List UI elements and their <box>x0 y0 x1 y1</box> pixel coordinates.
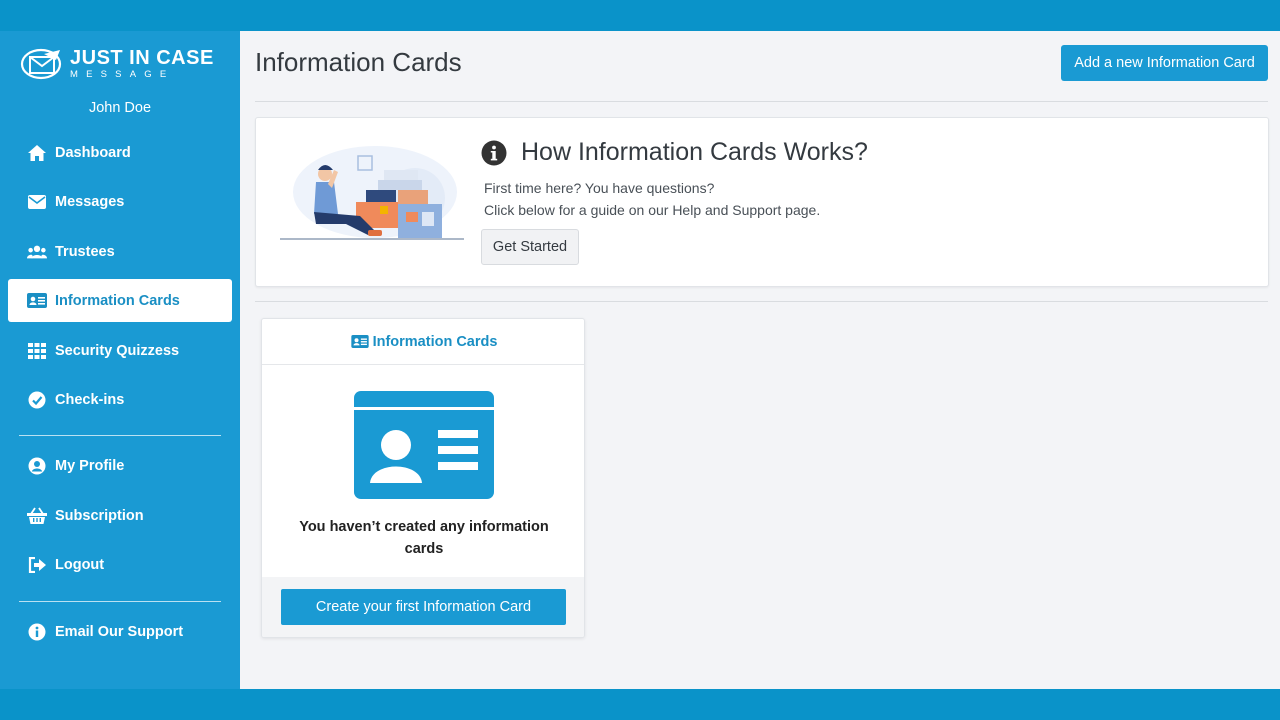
sidebar-item-label: Email Our Support <box>55 623 184 640</box>
bottom-frame-band <box>0 689 1280 720</box>
brand-logo[interactable]: JUST IN CASE MESSAGE <box>20 47 220 81</box>
panel-header: Information Cards <box>262 319 584 365</box>
sidebar-item-label: My Profile <box>55 457 125 474</box>
envelope-logo-icon <box>20 48 62 80</box>
sidebar-item-messages[interactable]: Messages <box>8 180 232 223</box>
main-content: Information Cards Add a new Information … <box>240 31 1280 689</box>
how-it-works-title: How Information Cards Works? <box>521 138 868 166</box>
info-circle-icon <box>27 622 47 642</box>
sidebar-item-dashboard[interactable]: Dashboard <box>8 131 232 174</box>
sidebar-item-label: Messages <box>55 193 125 210</box>
sidebar-item-logout[interactable]: Logout <box>8 543 232 586</box>
how-it-works-line-1: First time here? You have questions? <box>484 180 715 196</box>
page-title: Information Cards <box>255 47 462 77</box>
users-icon <box>27 242 47 262</box>
panel-header-label: Information Cards <box>372 333 498 350</box>
home-icon <box>27 143 47 163</box>
basket-icon <box>27 506 47 526</box>
sidebar: JUST IN CASE MESSAGE John Doe Dashboard … <box>0 31 240 689</box>
section-divider <box>255 301 1268 302</box>
sidebar-divider <box>19 435 221 436</box>
sidebar-item-my-profile[interactable]: My Profile <box>8 444 232 487</box>
user-name: John Doe <box>88 100 152 116</box>
sidebar-divider <box>19 601 221 602</box>
id-card-icon <box>350 335 369 348</box>
get-started-button[interactable]: Get Started <box>481 229 579 265</box>
sidebar-item-label: Information Cards <box>55 292 180 309</box>
sidebar-item-subscription[interactable]: Subscription <box>8 494 232 537</box>
brand-subtitle: MESSAGE <box>70 69 175 81</box>
grid-icon <box>27 341 47 361</box>
sign-out-icon <box>27 555 47 575</box>
empty-state-text: You haven’t created any information card… <box>299 519 549 557</box>
sidebar-item-trustees[interactable]: Trustees <box>8 230 232 273</box>
sidebar-item-information-cards[interactable]: Information Cards <box>8 279 232 322</box>
sidebar-item-label: Dashboard <box>55 144 131 161</box>
check-circle-icon <box>27 390 47 410</box>
sidebar-item-check-ins[interactable]: Check-ins <box>8 378 232 421</box>
add-information-card-button[interactable]: Add a new Information Card <box>1061 45 1268 81</box>
user-circle-icon <box>27 456 47 476</box>
sidebar-item-email-support[interactable]: Email Our Support <box>8 610 232 653</box>
sidebar-item-security-quizzess[interactable]: Security Quizzess <box>8 329 232 372</box>
information-cards-panel: Information Cards You haven’t created an… <box>261 318 585 638</box>
envelope-icon <box>27 192 47 212</box>
info-circle-icon <box>481 140 507 165</box>
confused-person-illustration <box>280 146 464 240</box>
create-first-card-button[interactable]: Create your first Information Card <box>281 589 566 625</box>
sidebar-item-label: Subscription <box>55 507 144 524</box>
sidebar-item-label: Security Quizzess <box>55 342 180 359</box>
how-it-works-line-2: Click below for a guide on our Help and … <box>484 202 821 218</box>
id-card-icon <box>354 391 494 499</box>
panel-footer: Create your first Information Card <box>262 577 584 637</box>
brand-title: JUST IN CASE <box>70 47 214 70</box>
how-it-works-card: How Information Cards Works? First time … <box>255 117 1269 287</box>
header-divider <box>255 101 1268 102</box>
id-card-icon <box>27 291 47 311</box>
sidebar-item-label: Check-ins <box>55 391 125 408</box>
sidebar-item-label: Trustees <box>55 243 115 260</box>
top-frame-band <box>0 0 1280 31</box>
sidebar-item-label: Logout <box>55 556 105 573</box>
